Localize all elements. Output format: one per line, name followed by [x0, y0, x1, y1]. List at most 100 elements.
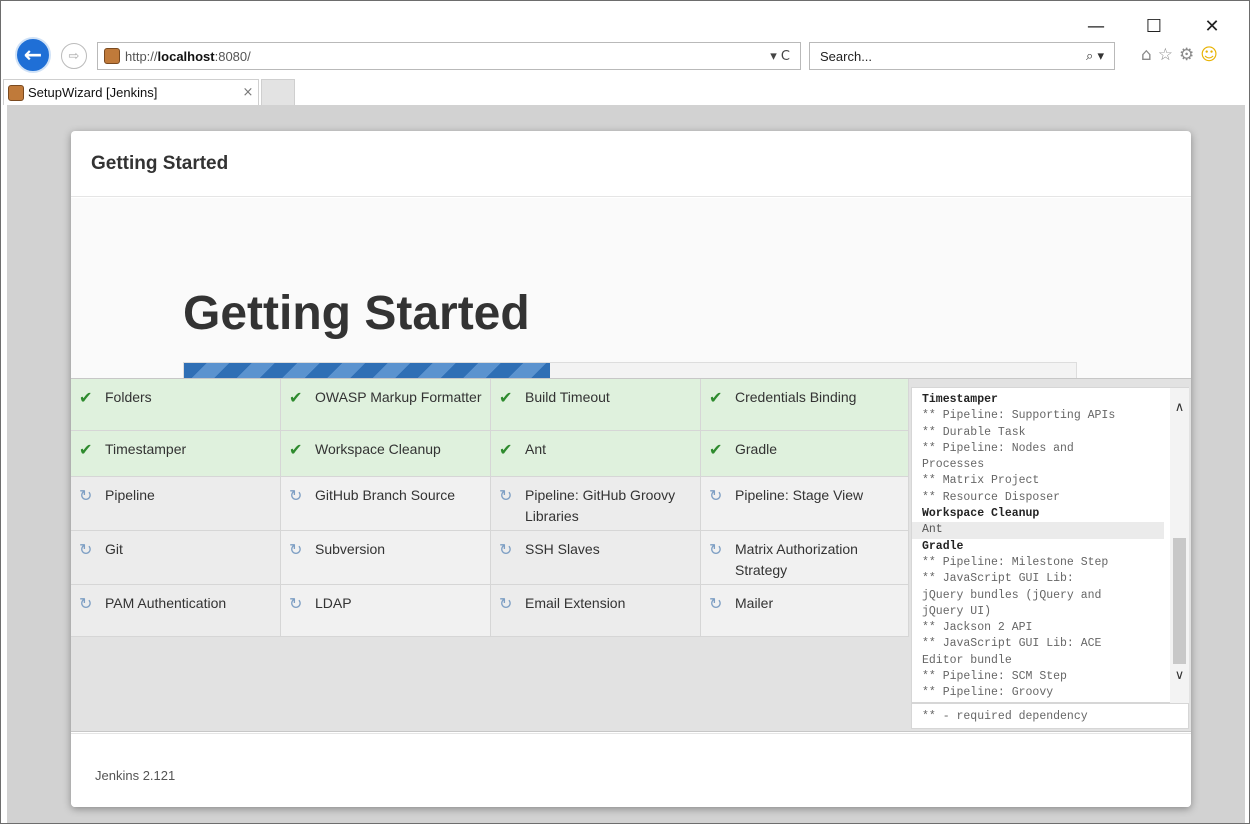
plugin-tile: ✔ Workspace Cleanup [281, 431, 491, 477]
log-line: Timestamper [922, 393, 998, 406]
refresh-icon[interactable]: ▾ C [770, 49, 800, 64]
log-line: ** Pipeline: Supporting APIs [922, 409, 1116, 423]
search-icon[interactable]: ⌕ ▾ [1086, 49, 1114, 64]
plugin-tile: ↻ SSH Slaves [491, 531, 701, 585]
plugin-name: Folders [105, 389, 152, 405]
minimize-button[interactable]: — [1067, 13, 1125, 39]
maximize-button[interactable]: ☐ [1125, 13, 1183, 39]
hero-title: Getting Started [183, 287, 530, 340]
plugin-name: SSH Slaves [525, 541, 600, 557]
plugin-name: GitHub Branch Source [315, 487, 456, 503]
plugin-name: Credentials Binding [735, 389, 857, 405]
dialog-header: Getting Started [71, 131, 1191, 197]
address-bar[interactable]: http://localhost:8080/ ▾ C [97, 42, 801, 70]
log-line: ** Durable Task [922, 425, 1026, 439]
refresh-spinner-icon: ↻ [79, 540, 93, 559]
plugin-name: Timestamper [105, 441, 187, 457]
jenkins-favicon-icon [104, 48, 120, 64]
home-icon[interactable]: ⌂ [1141, 45, 1152, 65]
plugin-tile: ✔ Timestamper [71, 431, 281, 477]
dialog-footer: Jenkins 2.121 [71, 733, 1191, 807]
plugin-tile: ↻ Subversion [281, 531, 491, 585]
navigation-bar: ← ⇨ http://localhost:8080/ ▾ C ⌕ ▾ ⌂ ☆ ⚙… [1, 37, 1250, 77]
plugin-name: Pipeline: GitHub Groovy Libraries [525, 487, 676, 524]
feedback-smiley-icon[interactable]: ☺ [1200, 45, 1218, 65]
forward-arrow-icon: ⇨ [68, 48, 80, 64]
plugin-tile: ↻ Email Extension [491, 585, 701, 637]
plugin-name: Matrix Authorization Strategy [735, 541, 858, 578]
tab-strip: SetupWizard [Jenkins] × [1, 79, 1250, 105]
log-line: Ant [912, 522, 1164, 539]
setup-wizard-dialog: Getting Started Getting Started ✔ Folders… [71, 131, 1191, 807]
install-log-panel[interactable]: Timestamper ** Pipeline: Supporting APIs *… [911, 387, 1189, 704]
favorites-star-icon[interactable]: ☆ [1158, 45, 1173, 65]
close-button[interactable]: ✕ [1183, 13, 1241, 39]
log-line: ** JavaScript GUI Lib: [922, 572, 1074, 586]
settings-gear-icon[interactable]: ⚙ [1179, 45, 1194, 65]
plugin-name: Git [105, 541, 123, 557]
search-input[interactable] [820, 48, 1087, 64]
plugin-name: Mailer [735, 595, 774, 611]
plugin-install-area: ✔ Folders ✔ OWASP Markup Formatter ✔ Build … [71, 378, 1191, 732]
plugin-tile: ↻ GitHub Branch Source [281, 477, 491, 531]
refresh-spinner-icon: ↻ [289, 486, 303, 505]
plugin-tile: ↻ Pipeline [71, 477, 281, 531]
url-prefix: http:// [125, 48, 158, 64]
plugin-tile: ✔ Ant [491, 431, 701, 477]
log-line: Editor bundle [922, 653, 1012, 667]
tab-setupwizard[interactable]: SetupWizard [Jenkins] × [3, 79, 259, 105]
log-line: Workspace Cleanup [922, 507, 1040, 521]
scroll-down-icon[interactable]: ∨ [1170, 668, 1189, 686]
search-box[interactable]: ⌕ ▾ [809, 42, 1115, 70]
plugin-tile: ↻ Pipeline: GitHub Groovy Libraries [491, 477, 701, 531]
check-icon: ✔ [79, 440, 93, 459]
forward-button[interactable]: ⇨ [61, 43, 87, 69]
plugin-tile: ↻ Pipeline: Stage View [701, 477, 909, 531]
url-host: localhost [157, 48, 215, 64]
log-line: Processes [922, 458, 985, 472]
plugin-name: PAM Authentication [105, 595, 227, 611]
plugin-tile: ✔ Folders [71, 379, 281, 431]
back-arrow-icon: ← [23, 42, 43, 68]
tab-title: SetupWizard [Jenkins] [28, 85, 158, 100]
plugin-name: Pipeline: Stage View [735, 487, 864, 503]
check-icon: ✔ [289, 440, 303, 459]
tab-close-icon[interactable]: × [238, 85, 258, 100]
log-line: ** Pipeline: Nodes and [922, 441, 1074, 455]
browser-toolbar: ⌂ ☆ ⚙ ☺ [1141, 45, 1218, 65]
plugin-tile: ↻ Matrix Authorization Strategy [701, 531, 909, 585]
address-url[interactable]: http://localhost:8080/ [125, 49, 770, 64]
log-line: ** Pipeline: Milestone Step [922, 555, 1109, 569]
log-scrollbar[interactable]: ∧ ∨ [1170, 388, 1189, 704]
plugin-tile: ↻ Git [71, 531, 281, 585]
check-icon: ✔ [499, 388, 513, 407]
log-line: ** Pipeline: Groovy [922, 686, 1054, 700]
log-line: jQuery bundles (jQuery and [922, 588, 1102, 602]
scroll-up-icon[interactable]: ∧ [1170, 400, 1189, 418]
log-line: ** JavaScript GUI Lib: ACE [922, 637, 1102, 651]
plugin-name: Ant [525, 441, 547, 457]
refresh-spinner-icon: ↻ [499, 486, 513, 505]
page-content: Getting Started Getting Started ✔ Folders… [7, 105, 1245, 823]
refresh-spinner-icon: ↻ [709, 594, 723, 613]
hero-section: Getting Started [71, 198, 1191, 384]
browser-window: — ☐ ✕ ← ⇨ http://localhost:8080/ ▾ C ⌕ ▾… [0, 0, 1250, 824]
plugin-name: OWASP Markup Formatter [315, 389, 482, 405]
refresh-spinner-icon: ↻ [709, 486, 723, 505]
window-controls: — ☐ ✕ [1067, 13, 1241, 39]
check-icon: ✔ [79, 388, 93, 407]
jenkins-version: Jenkins 2.121 [95, 768, 176, 783]
scroll-thumb[interactable] [1173, 538, 1186, 664]
plugin-tile: ✔ Credentials Binding [701, 379, 909, 431]
jenkins-tab-favicon-icon [8, 84, 24, 101]
plugin-tile: ↻ LDAP [281, 585, 491, 637]
plugin-grid: ✔ Folders ✔ OWASP Markup Formatter ✔ Build … [71, 379, 909, 637]
back-button[interactable]: ← [15, 37, 51, 73]
new-tab-button[interactable] [261, 79, 295, 105]
plugin-tile: ↻ Mailer [701, 585, 909, 637]
plugin-name: Pipeline [105, 487, 155, 503]
refresh-spinner-icon: ↻ [499, 540, 513, 559]
plugin-name: LDAP [315, 595, 352, 611]
refresh-spinner-icon: ↻ [709, 540, 723, 559]
plugin-tile: ↻ PAM Authentication [71, 585, 281, 637]
